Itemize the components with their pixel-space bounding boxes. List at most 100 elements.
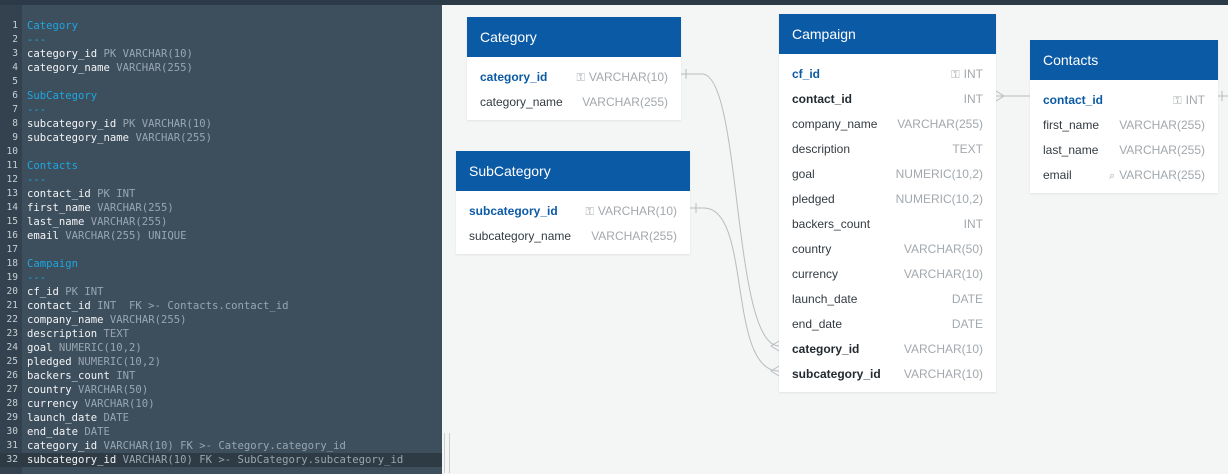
code-text: goal NUMERIC(10,2) [27, 341, 142, 355]
code-line[interactable]: 13 contact_id PK INT [0, 187, 442, 201]
code-text: description TEXT [27, 327, 129, 341]
table-title[interactable]: Campaign [779, 14, 996, 54]
code-token-type: VARCHAR(255) [84, 216, 168, 228]
code-line[interactable]: 8 subcategory_id PK VARCHAR(10) [0, 117, 442, 131]
field-type: VARCHAR(255) [1119, 138, 1205, 163]
field-row-description[interactable]: description TEXT [779, 137, 996, 162]
line-number: 7 [12, 104, 18, 115]
field-type: TEXT [952, 137, 983, 162]
field-type-value: VARCHAR(10) [903, 342, 983, 356]
line-number: 20 [6, 286, 18, 297]
code-line[interactable]: 26 backers_count INT [0, 369, 442, 383]
code-line[interactable]: 16 email VARCHAR(255) UNIQUE [0, 229, 442, 243]
code-line[interactable]: 15 last_name VARCHAR(255) [0, 215, 442, 229]
code-text: subcategory_id VARCHAR(10) FK >- SubCate… [27, 453, 403, 467]
code-line[interactable]: 29 launch_date DATE [0, 411, 442, 425]
field-row-last-name[interactable]: last_name VARCHAR(255) [1030, 138, 1218, 163]
field-row-category-id[interactable]: category_id VARCHAR(10) [779, 337, 996, 362]
code-line[interactable]: 23 description TEXT [0, 327, 442, 341]
code-token-name: last_name [27, 216, 85, 228]
code-token-name: subcategory_id [27, 454, 117, 466]
code-line[interactable]: 6 SubCategory [0, 89, 442, 103]
table-subcategory[interactable]: SubCategory subcategory_id ⚿ VARCHAR(10) sub… [456, 151, 690, 254]
code-text: currency VARCHAR(10) [27, 397, 155, 411]
code-text: company_name VARCHAR(255) [27, 313, 186, 327]
code-line[interactable]: 9 subcategory_name VARCHAR(255) [0, 131, 442, 145]
code-text: pledged NUMERIC(10,2) [27, 355, 161, 369]
code-line[interactable]: 18 Campaign [0, 257, 442, 271]
field-row-goal[interactable]: goal NUMERIC(10,2) [779, 162, 996, 187]
table-title[interactable]: Category [467, 17, 681, 57]
code-area[interactable]: 1 Category 2 --- 3 category_id PK VARCHAR(10)… [0, 19, 442, 467]
code-token-name: goal [27, 342, 53, 354]
field-row-launch-date[interactable]: launch_date DATE [779, 287, 996, 312]
field-row-first-name[interactable]: first_name VARCHAR(255) [1030, 113, 1218, 138]
field-name: backers_count [792, 217, 871, 231]
code-line[interactable]: 1 Category [0, 19, 442, 33]
field-row-cf-id[interactable]: cf_id ⚿ INT [779, 62, 996, 87]
field-row-currency[interactable]: currency VARCHAR(10) [779, 262, 996, 287]
code-line[interactable]: 28 currency VARCHAR(10) [0, 397, 442, 411]
code-token-name: category_id [27, 48, 98, 60]
table-contacts[interactable]: Contacts contact_id ⚿ INT first_name VARCHAR(… [1030, 40, 1218, 193]
code-line[interactable]: 22 company_name VARCHAR(255) [0, 313, 442, 327]
code-line[interactable]: 7 --- [0, 103, 442, 117]
field-type-value: VARCHAR(255) [897, 117, 983, 131]
code-line[interactable]: 14 first_name VARCHAR(255) [0, 201, 442, 215]
code-text: contact_id INT FK >- Contacts.contact_id [27, 299, 289, 313]
field-name: pledged [792, 192, 835, 206]
field-row-pledged[interactable]: pledged NUMERIC(10,2) [779, 187, 996, 212]
code-line[interactable]: 32 subcategory_id VARCHAR(10) FK >- SubCa… [0, 453, 442, 467]
field-row-category-id[interactable]: category_id ⚿ VARCHAR(10) [467, 65, 681, 90]
field-row-contact-id[interactable]: contact_id INT [779, 87, 996, 112]
code-line[interactable]: 19 --- [0, 271, 442, 285]
field-row-category-name[interactable]: category_name VARCHAR(255) [467, 90, 681, 115]
code-line[interactable]: 20 cf_id PK INT [0, 285, 442, 299]
er-diagram-canvas[interactable]: Category category_id ⚿ VARCHAR(10) category_… [442, 5, 1228, 474]
table-title[interactable]: Contacts [1030, 40, 1218, 80]
field-row-company-name[interactable]: company_name VARCHAR(255) [779, 112, 996, 137]
code-token-type: NUMERIC(10,2) [52, 342, 142, 354]
code-line[interactable]: 4 category_name VARCHAR(255) [0, 61, 442, 75]
field-row-subcategory-id[interactable]: subcategory_id ⚿ VARCHAR(10) [456, 199, 690, 224]
code-line[interactable]: 10 [0, 145, 442, 159]
code-line[interactable]: 2 --- [0, 33, 442, 47]
code-line[interactable]: 27 country VARCHAR(50) [0, 383, 442, 397]
field-row-contact-id[interactable]: contact_id ⚿ INT [1030, 88, 1218, 113]
line-number: 21 [6, 300, 18, 311]
code-token-type: DATE [78, 426, 110, 438]
code-line[interactable]: 21 contact_id INT FK >- Contacts.contact_… [0, 299, 442, 313]
code-editor[interactable]: 1 Category 2 --- 3 category_id PK VARCHAR(10)… [0, 5, 442, 474]
code-line[interactable]: 3 category_id PK VARCHAR(10) [0, 47, 442, 61]
table-title[interactable]: SubCategory [456, 151, 690, 191]
field-row-email[interactable]: email ⌕ VARCHAR(255) [1030, 163, 1218, 188]
code-line[interactable]: 30 end_date DATE [0, 425, 442, 439]
field-type-value: DATE [951, 292, 983, 306]
code-line[interactable]: 11 Contacts [0, 159, 442, 173]
field-row-country[interactable]: country VARCHAR(50) [779, 237, 996, 262]
field-type: ⚿ INT [1173, 88, 1205, 114]
code-line[interactable]: 12 --- [0, 173, 442, 187]
field-row-subcategory-id[interactable]: subcategory_id VARCHAR(10) [779, 362, 996, 387]
code-text: Category [27, 19, 78, 33]
field-type: INT [964, 212, 983, 237]
field-row-backers-count[interactable]: backers_count INT [779, 212, 996, 237]
field-type: VARCHAR(10) [904, 362, 983, 387]
code-token-name: subcategory_name [27, 132, 130, 144]
code-text: first_name VARCHAR(255) [27, 201, 174, 215]
code-token-type: INT FK >- Contacts.contact_id [90, 300, 289, 312]
line-number: 3 [12, 48, 18, 59]
table-category[interactable]: Category category_id ⚿ VARCHAR(10) category_… [467, 17, 681, 120]
code-text: --- [27, 173, 46, 187]
code-line[interactable]: 25 pledged NUMERIC(10,2) [0, 355, 442, 369]
field-row-end-date[interactable]: end_date DATE [779, 312, 996, 337]
table-campaign[interactable]: Campaign cf_id ⚿ INT contact_id INT company_na… [779, 14, 996, 392]
code-text: contact_id PK INT [27, 187, 135, 201]
code-text: category_id VARCHAR(10) FK >- Category.c… [27, 439, 346, 453]
field-type-value: TEXT [952, 142, 983, 156]
code-line[interactable]: 31 category_id VARCHAR(10) FK >- Category… [0, 439, 442, 453]
code-line[interactable]: 24 goal NUMERIC(10,2) [0, 341, 442, 355]
code-line[interactable]: 5 [0, 75, 442, 89]
code-line[interactable]: 17 [0, 243, 442, 257]
field-row-subcategory-name[interactable]: subcategory_name VARCHAR(255) [456, 224, 690, 249]
